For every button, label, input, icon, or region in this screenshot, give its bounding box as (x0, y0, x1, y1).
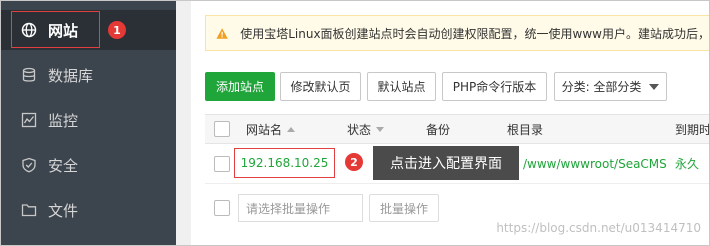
notice-bar: 使用宝塔Linux面板创建站点时会自动创建权限配置，统一使用www用户。建站成功… (205, 15, 710, 51)
column-header-site-name[interactable]: 网站名 (246, 115, 296, 143)
chevron-down-icon (649, 83, 660, 90)
step-badge-1: 1 (108, 21, 126, 39)
sort-up-icon (287, 126, 296, 132)
folder-icon (21, 202, 37, 218)
sidebar-item-monitor[interactable]: 监控 (1, 100, 176, 140)
watermark: https://blog.csdn.net/u013414710 (496, 221, 701, 235)
column-header-expire: 到期时 (675, 122, 710, 137)
column-header-root-dir: 根目录 (507, 122, 544, 137)
sidebar-item-label: 监控 (48, 111, 79, 130)
sidebar-item-label: 文件 (48, 201, 79, 220)
sort-down-icon (376, 126, 385, 132)
database-icon (21, 67, 37, 83)
php-cli-version-button[interactable]: PHP命令行版本 (442, 72, 547, 101)
category-select-value: 分类: 全部分类 (561, 80, 642, 94)
row-root-dir[interactable]: /www/wwwroot/SeaCMS (523, 144, 667, 183)
column-header-status[interactable]: 状态 (347, 115, 385, 143)
highlight-box-website (11, 11, 100, 48)
shield-icon (21, 157, 37, 173)
sidebar: 网站 1 数据库 监控 安全 文件 (1, 1, 176, 245)
sidebar-item-security[interactable]: 安全 (1, 145, 176, 185)
column-header-label: 网站名 (246, 122, 283, 137)
row-expire: 永久 (675, 157, 700, 171)
batch-select-placeholder: 请选择批量操作 (246, 201, 331, 216)
sidebar-item-label: 安全 (48, 156, 79, 175)
column-header-label: 状态 (347, 122, 372, 137)
table-header: 网站名 状态 备份 根目录 到期时 (205, 114, 710, 144)
annotation-tooltip: 点击进入配置界面 (373, 146, 519, 180)
notice-text: 使用宝塔Linux面板创建站点时会自动创建权限配置，统一使用www用户。建站成功… (240, 26, 710, 41)
batch-operation-select[interactable]: 请选择批量操作 (238, 194, 363, 222)
sidebar-item-label: 数据库 (48, 66, 94, 85)
add-site-button[interactable]: 添加站点 (205, 72, 275, 101)
default-site-button[interactable]: 默认站点 (367, 72, 436, 101)
site-name-link[interactable]: 192.168.10.25 (234, 148, 335, 178)
edit-default-page-button[interactable]: 修改默认页 (280, 72, 361, 101)
monitor-icon (21, 112, 37, 128)
warning-icon (216, 27, 228, 39)
batch-checkbox[interactable] (214, 200, 230, 216)
sidebar-item-database[interactable]: 数据库 (1, 55, 176, 95)
category-select[interactable]: 分类: 全部分类 (554, 72, 667, 101)
batch-operation-button[interactable]: 批量操作 (369, 194, 439, 222)
sidebar-item-files[interactable]: 文件 (1, 190, 176, 230)
column-header-backup: 备份 (426, 122, 451, 137)
select-all-checkbox[interactable] (214, 121, 230, 137)
row-checkbox[interactable] (214, 156, 230, 172)
app-window: 网站 1 数据库 监控 安全 文件 使用宝塔Linux面板创建站点时会自动创建权… (0, 0, 710, 246)
step-badge-2: 2 (345, 153, 363, 171)
